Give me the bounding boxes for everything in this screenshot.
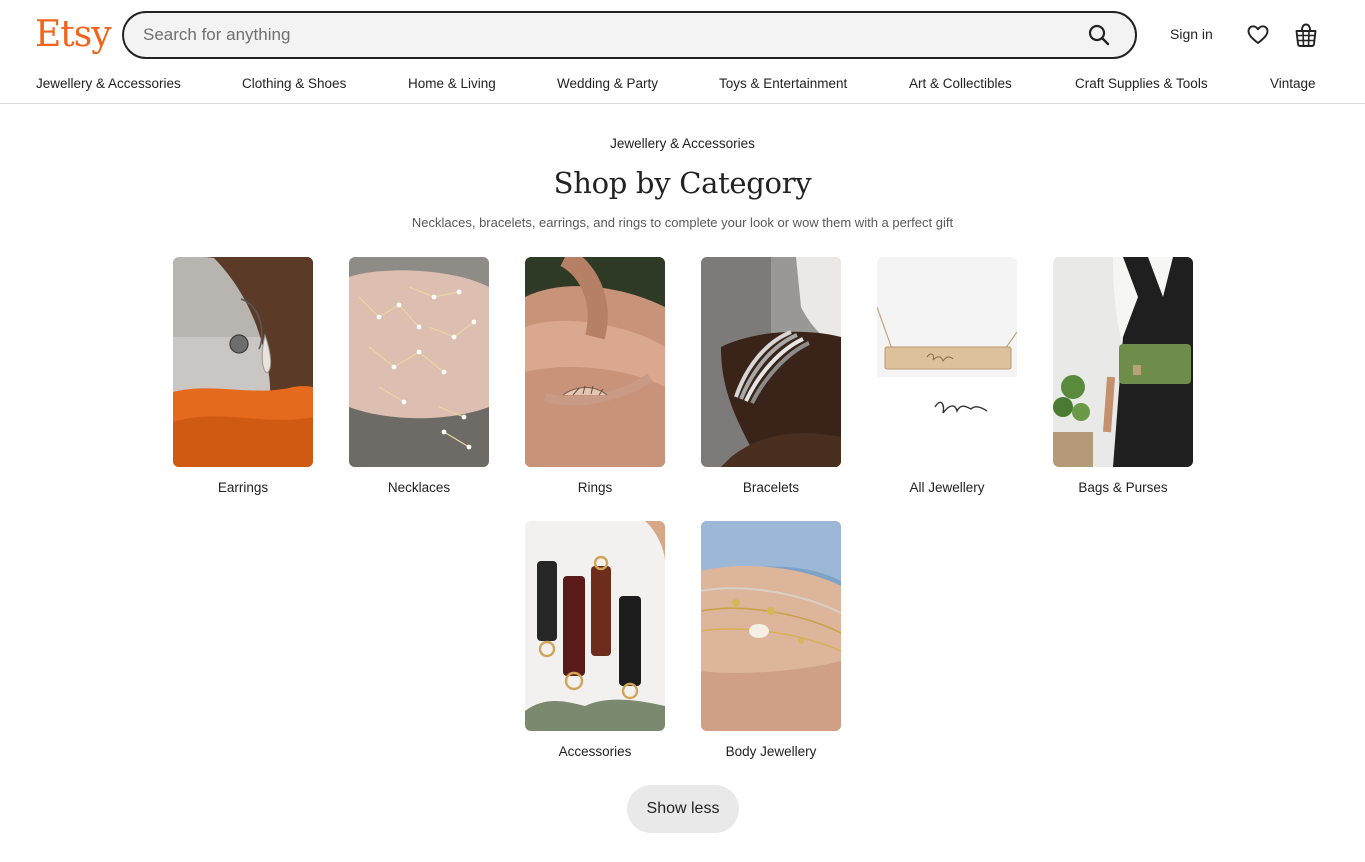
- category-label: Accessories: [558, 744, 632, 759]
- category-label: Rings: [577, 480, 613, 495]
- category-label: Bracelets: [742, 480, 800, 495]
- page-title: Shop by Category: [553, 166, 812, 200]
- category-label: Body Jewellery: [725, 744, 817, 759]
- nav-item-toys-entertainment[interactable]: Toys & Entertainment: [719, 76, 847, 91]
- nav-item-art-collectibles[interactable]: Art & Collectibles: [909, 76, 1012, 91]
- heart-icon: [1247, 25, 1269, 44]
- bracelets-image: [701, 257, 841, 467]
- site-header: Etsy Sign in Jewellery & Accessories Clo…: [0, 0, 1365, 104]
- rings-image: [525, 257, 665, 467]
- category-nav: Jewellery & Accessories Clothing & Shoes…: [0, 72, 1365, 94]
- search-button[interactable]: [1075, 13, 1123, 57]
- search-bar: [122, 11, 1137, 59]
- category-card-accessories[interactable]: Accessories: [525, 521, 665, 759]
- category-card-necklaces[interactable]: Necklaces: [349, 257, 489, 495]
- search-input[interactable]: [124, 13, 1075, 57]
- necklaces-image: [349, 257, 489, 467]
- body-jewellery-image: [701, 521, 841, 731]
- category-card-all-jewellery[interactable]: All Jewellery: [877, 257, 1017, 495]
- accessories-image: [525, 521, 665, 731]
- show-less-button[interactable]: Show less: [627, 785, 739, 833]
- nav-item-wedding-party[interactable]: Wedding & Party: [557, 76, 658, 91]
- page-subtitle: Necklaces, bracelets, earrings, and ring…: [411, 215, 954, 230]
- category-card-bags-purses[interactable]: Bags & Purses: [1053, 257, 1193, 495]
- nav-item-craft-supplies-tools[interactable]: Craft Supplies & Tools: [1075, 76, 1208, 91]
- category-label: Necklaces: [387, 480, 451, 495]
- all-jewellery-image: [877, 257, 1017, 467]
- search-icon: [1088, 24, 1110, 46]
- etsy-logo[interactable]: Etsy: [35, 13, 112, 57]
- category-card-bracelets[interactable]: Bracelets: [701, 257, 841, 495]
- earrings-image: [173, 257, 313, 467]
- cart-button[interactable]: [1294, 22, 1318, 53]
- favorites-button[interactable]: [1246, 23, 1270, 52]
- category-label: Bags & Purses: [1078, 480, 1168, 495]
- category-label: Earrings: [217, 480, 269, 495]
- category-card-rings[interactable]: Rings: [525, 257, 665, 495]
- category-card-earrings[interactable]: Earrings: [173, 257, 313, 495]
- category-label: All Jewellery: [909, 480, 985, 495]
- nav-item-clothing-shoes[interactable]: Clothing & Shoes: [242, 76, 346, 91]
- sign-in-link[interactable]: Sign in: [1170, 26, 1213, 42]
- nav-item-vintage[interactable]: Vintage: [1270, 76, 1316, 91]
- breadcrumb[interactable]: Jewellery & Accessories: [0, 136, 1365, 151]
- bags-purses-image: [1053, 257, 1193, 467]
- category-card-body-jewellery[interactable]: Body Jewellery: [701, 521, 841, 759]
- nav-item-jewellery-accessories[interactable]: Jewellery & Accessories: [36, 76, 181, 91]
- nav-item-home-living[interactable]: Home & Living: [408, 76, 496, 91]
- basket-icon: [1295, 23, 1317, 47]
